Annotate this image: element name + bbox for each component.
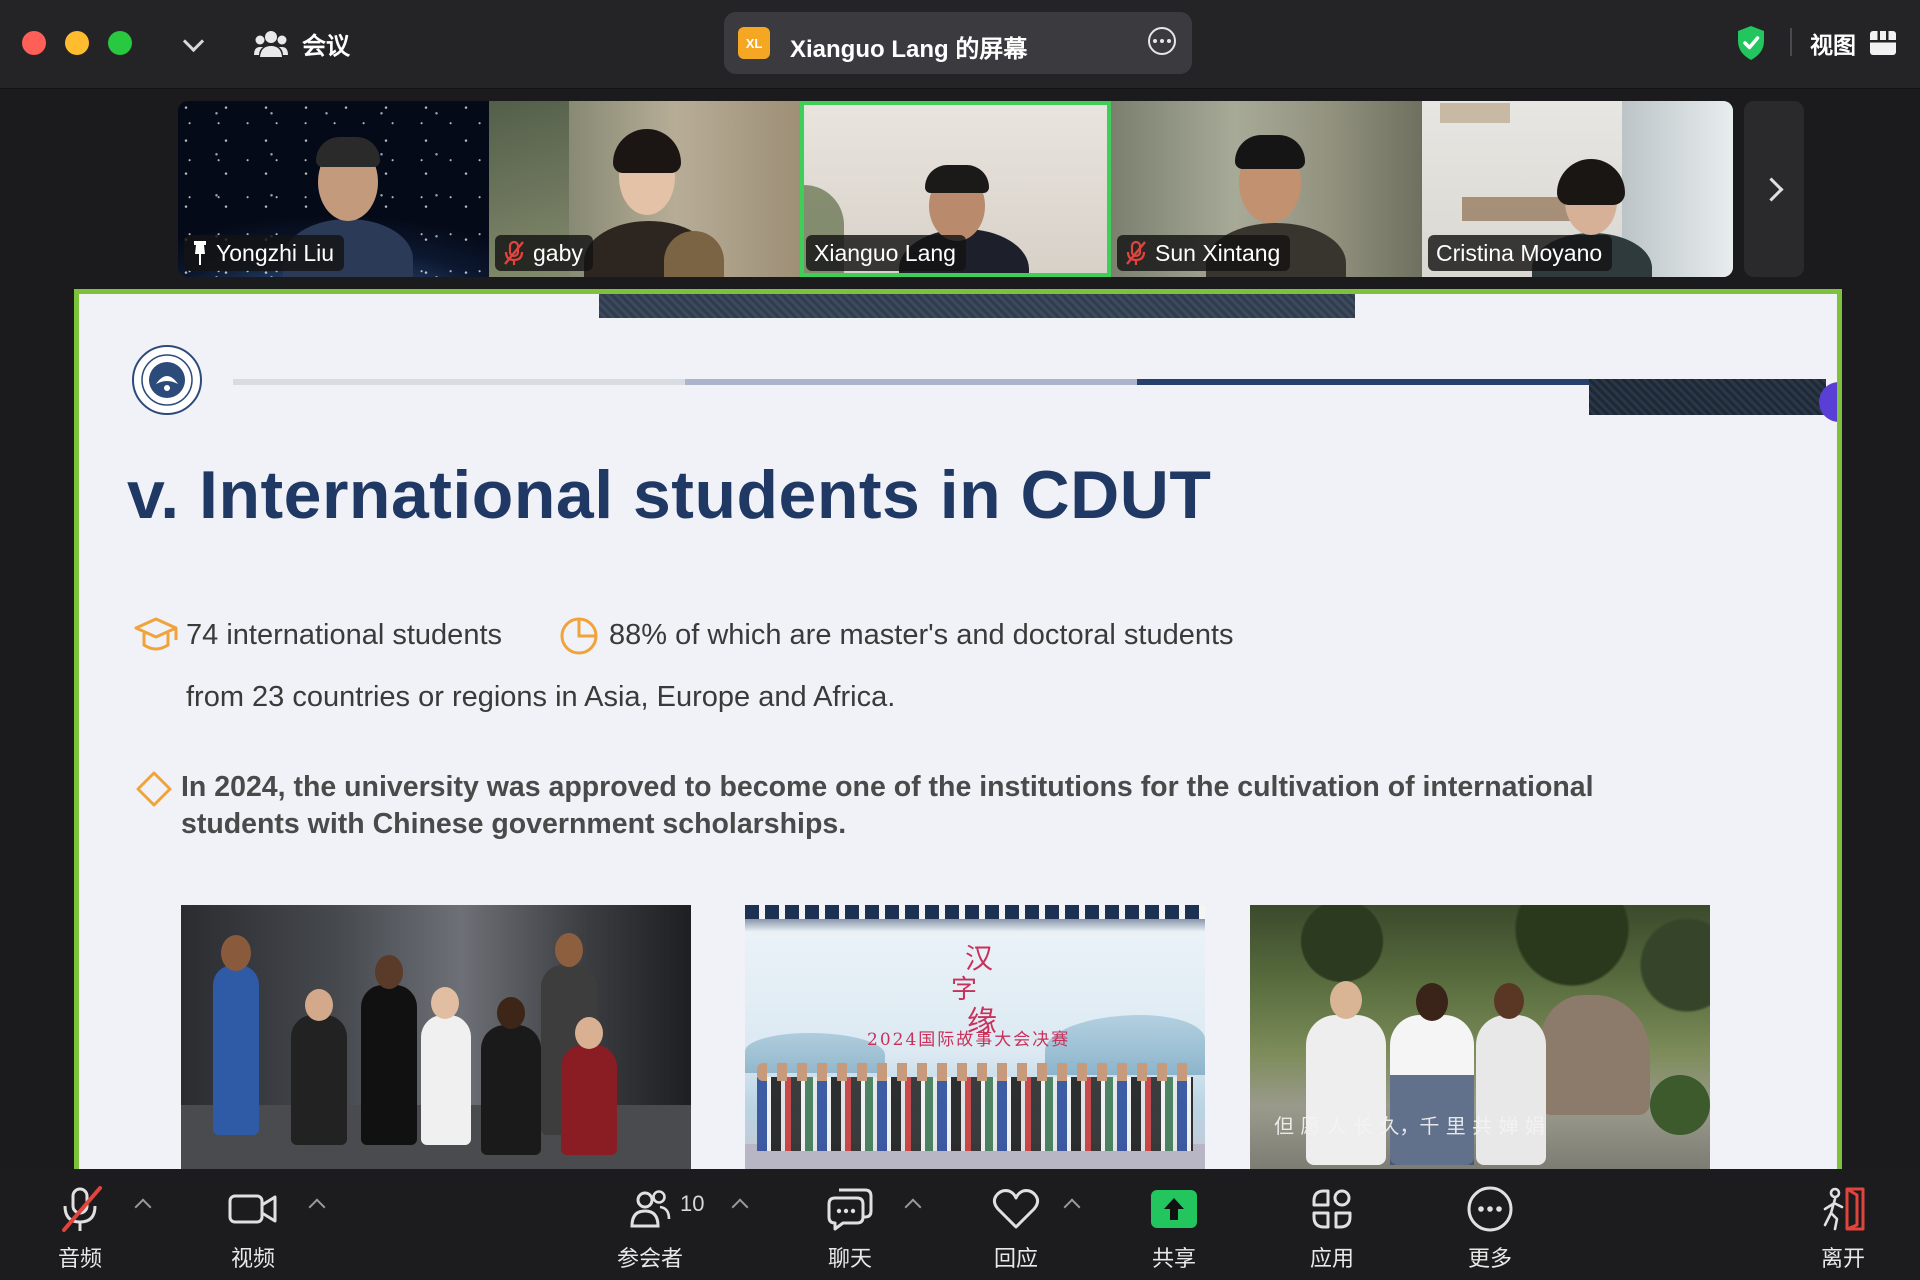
security-shield-icon[interactable]	[1736, 25, 1766, 61]
close-window-button[interactable]	[22, 31, 46, 55]
sharer-avatar-badge: XL	[738, 27, 770, 59]
group-of-people	[757, 1077, 1193, 1151]
more-button[interactable]: 更多	[1450, 1169, 1530, 1280]
heart-icon	[992, 1189, 1040, 1229]
maximize-window-button[interactable]	[108, 31, 132, 55]
name-label: Xianguo Lang	[806, 235, 966, 271]
share-screen-icon	[1151, 1190, 1197, 1228]
screen-share-pill[interactable]: XL Xianguo Lang 的屏幕	[724, 12, 1192, 74]
grid-view-icon	[1870, 31, 1896, 55]
participants-button[interactable]: 参会者	[605, 1169, 695, 1280]
meeting-label: 会议	[302, 33, 350, 60]
view-label: 视图	[1810, 32, 1856, 58]
stat-postgraduate-share: 88% of which are master's and doctoral s…	[609, 619, 1234, 651]
leave-meeting-button[interactable]: 离开	[1803, 1169, 1883, 1280]
photo-caption: 但 愿 人 长 久，千 里 共 婵 娟	[1274, 1114, 1545, 1138]
divider	[1790, 28, 1792, 56]
video-button[interactable]: 视频	[213, 1169, 293, 1280]
scholarship-highlight-line2: students with Chinese government scholar…	[181, 808, 847, 840]
share-screen-button[interactable]: 共享	[1134, 1169, 1214, 1280]
poster-title: 2024国际故事大会决赛	[867, 1030, 1071, 1050]
photo-hanfu-garden: 但 愿 人 长 久，千 里 共 婵 娟	[1250, 905, 1710, 1169]
view-button[interactable]: 视图	[1810, 26, 1896, 60]
microphone-muted-icon	[1126, 240, 1146, 265]
name-label: Sun Xintang	[1117, 235, 1291, 271]
participant-coat	[664, 231, 724, 277]
video-tile-yongzhi-liu[interactable]: Yongzhi Liu	[178, 101, 489, 277]
participant-hair	[925, 165, 989, 193]
redacted-overlay	[1589, 379, 1826, 415]
photo-students-group	[181, 905, 691, 1169]
stat-international-students: 74 international students	[186, 619, 502, 651]
chat-bubble-icon	[827, 1188, 873, 1231]
apps-button[interactable]: 应用	[1292, 1169, 1372, 1280]
minimize-window-button[interactable]	[65, 31, 89, 55]
chat-options-caret[interactable]	[904, 1198, 922, 1216]
meeting-info-button[interactable]: 会议	[254, 26, 350, 61]
participant-hair	[613, 129, 681, 173]
audio-options-caret[interactable]	[134, 1198, 152, 1216]
video-tile-cristina-moyano[interactable]: Cristina Moyano	[1422, 101, 1733, 277]
participant-hair	[1557, 159, 1625, 205]
university-logo	[132, 345, 202, 415]
participants-icon	[630, 1190, 671, 1228]
share-title: Xianguo Lang 的屏幕	[790, 36, 1028, 63]
pie-chart-icon	[560, 617, 598, 655]
chevron-right-icon	[1758, 176, 1784, 202]
video-camera-icon	[228, 1194, 277, 1224]
video-tile-sun-xintang[interactable]: Sun Xintang	[1111, 101, 1422, 277]
slide-title: v. International students in CDUT	[127, 457, 1212, 533]
more-options-icon[interactable]	[1148, 27, 1176, 55]
chat-button[interactable]: 聊天	[810, 1169, 890, 1280]
microphone-muted-icon	[504, 240, 524, 265]
redacted-overlay	[599, 294, 1355, 318]
pin-icon	[194, 241, 206, 265]
shared-screen: v. International students in CDUT 74 int…	[74, 289, 1842, 1169]
stat-countries: from 23 countries or regions in Asia, Eu…	[186, 681, 896, 713]
progress-bar-segment-2	[685, 379, 1137, 385]
name-label: Cristina Moyano	[1428, 235, 1613, 271]
react-button[interactable]: 回应	[976, 1169, 1056, 1280]
graduation-cap-icon	[134, 617, 178, 651]
progress-bar-segment-3	[1137, 379, 1589, 385]
scholarship-highlight-line1: In 2024, the university was approved to …	[181, 771, 1594, 803]
participants-group-icon	[254, 30, 288, 57]
more-icon	[1467, 1186, 1513, 1232]
video-tile-xianguo-lang[interactable]: Xianguo Lang	[800, 101, 1111, 277]
chevron-down-icon[interactable]	[182, 30, 205, 53]
progress-bar-segment-1	[233, 379, 685, 385]
apps-icon	[1312, 1189, 1352, 1229]
title-bar: 会议 XL Xianguo Lang 的屏幕 视图	[0, 0, 1920, 89]
photo-story-contest: 汉 字 缘 2024国际故事大会决赛	[745, 905, 1205, 1169]
gallery-next-button[interactable]	[1744, 101, 1804, 277]
diamond-icon	[136, 771, 172, 807]
audio-button[interactable]: 音频	[40, 1169, 120, 1280]
participants-options-caret[interactable]	[731, 1198, 749, 1216]
meeting-toolbar: 音频 视频 参会者 10 聊天 回应 共享 应用 更多 离开	[0, 1169, 1920, 1280]
video-tile-gaby[interactable]: gaby	[489, 101, 800, 277]
video-options-caret[interactable]	[308, 1198, 326, 1216]
participant-hair	[316, 137, 380, 167]
participants-count: 10	[680, 1191, 705, 1216]
microphone-muted-icon	[62, 1186, 102, 1232]
participant-hair	[1235, 135, 1305, 169]
name-label: Yongzhi Liu	[184, 235, 345, 271]
wall-frame	[1440, 103, 1510, 123]
shelf	[1462, 197, 1572, 221]
name-label: gaby	[495, 235, 593, 271]
leave-door-icon	[1823, 1187, 1865, 1231]
react-options-caret[interactable]	[1063, 1198, 1081, 1216]
